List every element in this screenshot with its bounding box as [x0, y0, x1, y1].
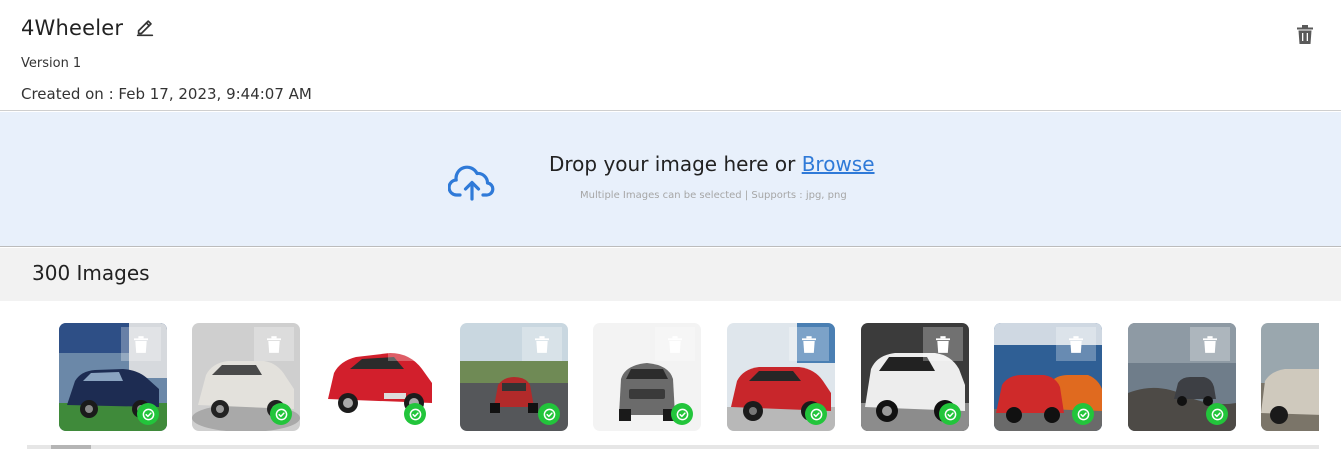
- check-circle-icon: [137, 403, 159, 425]
- dataset-title: 4Wheeler: [21, 16, 124, 40]
- trash-icon: [1297, 24, 1313, 44]
- trash-icon: [668, 335, 682, 353]
- check-circle-icon: [270, 403, 292, 425]
- image-count: 300 Images: [32, 261, 150, 285]
- delete-image-button[interactable]: [522, 327, 562, 361]
- dataset-header: 4Wheeler Version 1 Created on : Feb 17, …: [0, 0, 1341, 111]
- trash-icon: [802, 335, 816, 353]
- image-thumbnail[interactable]: [192, 323, 300, 431]
- image-thumbnail[interactable]: [727, 323, 835, 431]
- trash-icon: [936, 335, 950, 353]
- trash-icon: [1203, 335, 1217, 353]
- image-gallery: [0, 301, 1341, 449]
- image-dropzone[interactable]: Drop your image here or Browse Multiple …: [0, 112, 1341, 247]
- image-count-bar: 300 Images: [0, 248, 1341, 301]
- scrollbar-thumb[interactable]: [51, 445, 91, 449]
- check-circle-icon: [671, 403, 693, 425]
- check-circle-icon: [404, 403, 426, 425]
- image-thumbnail[interactable]: [861, 323, 969, 431]
- trash-icon: [401, 335, 415, 353]
- check-circle-icon: [1206, 403, 1228, 425]
- edit-title-button[interactable]: [133, 16, 157, 40]
- check-circle-icon: [805, 403, 827, 425]
- dataset-created-date: Created on : Feb 17, 2023, 9:44:07 AM: [21, 85, 312, 103]
- image-thumbnail[interactable]: [460, 323, 568, 431]
- pencil-icon: [137, 20, 154, 37]
- delete-image-button[interactable]: [254, 327, 294, 361]
- upload-hint: Multiple Images can be selected | Suppor…: [580, 190, 847, 201]
- cloud-upload-icon: [448, 165, 495, 201]
- image-thumbnail[interactable]: [593, 323, 701, 431]
- check-circle-icon: [538, 403, 560, 425]
- scrollbar-track[interactable]: [27, 445, 1319, 449]
- image-thumbnail[interactable]: [326, 323, 434, 431]
- trash-icon: [1069, 335, 1083, 353]
- trash-icon: [535, 335, 549, 353]
- trash-icon: [267, 335, 281, 353]
- drop-instruction: Drop your image here or Browse: [549, 152, 875, 176]
- image-thumbnail[interactable]: [59, 323, 167, 431]
- trash-icon: [134, 335, 148, 353]
- image-thumbnail[interactable]: [994, 323, 1102, 431]
- delete-image-button[interactable]: [789, 327, 829, 361]
- delete-image-button[interactable]: [655, 327, 695, 361]
- check-circle-icon: [1072, 403, 1094, 425]
- dataset-version: Version 1: [21, 56, 82, 71]
- image-thumbnail[interactable]: [1261, 323, 1319, 431]
- delete-image-button[interactable]: [1190, 327, 1230, 361]
- delete-image-button[interactable]: [388, 327, 428, 361]
- thumbnail-strip[interactable]: [59, 323, 1319, 431]
- image-thumbnail[interactable]: [1128, 323, 1236, 431]
- browse-link[interactable]: Browse: [802, 152, 875, 176]
- drop-prompt: Drop your image here or: [549, 152, 802, 176]
- delete-image-button[interactable]: [923, 327, 963, 361]
- check-circle-icon: [939, 403, 961, 425]
- car-photo: [1261, 323, 1319, 431]
- title-row: 4Wheeler: [21, 16, 157, 40]
- delete-image-button[interactable]: [121, 327, 161, 361]
- delete-dataset-button[interactable]: [1294, 23, 1316, 45]
- delete-image-button[interactable]: [1056, 327, 1096, 361]
